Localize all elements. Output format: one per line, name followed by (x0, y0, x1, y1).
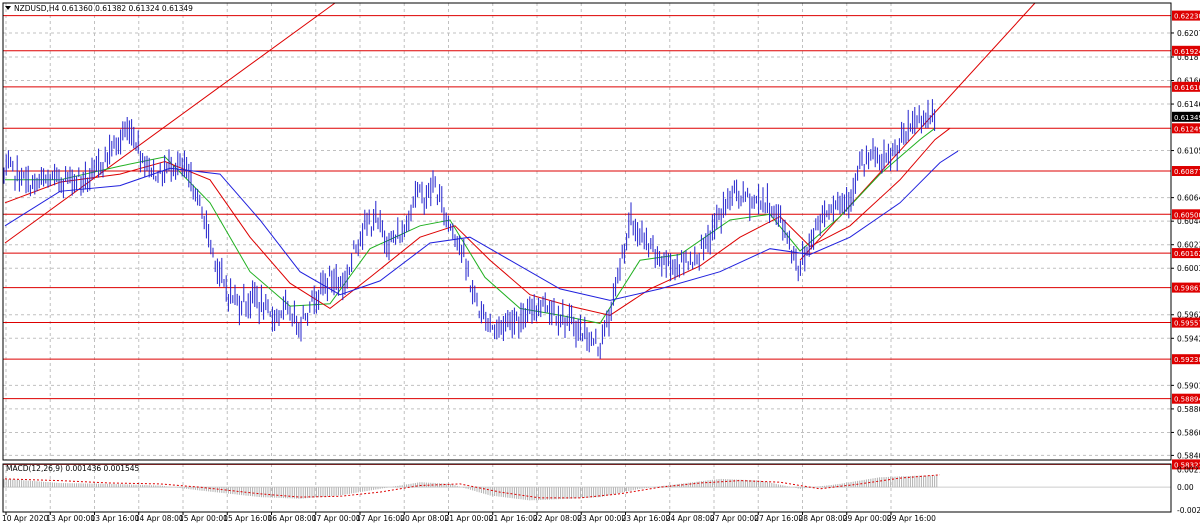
time-axis: 10 Apr 202013 Apr 00:0013 Apr 16:0014 Ap… (2, 512, 936, 523)
level-tag-label: 0.61249 (1174, 125, 1200, 133)
main-panel-border (2, 2, 1172, 461)
time-tick-label: 23 Apr 00:00 (577, 514, 626, 523)
price-tick-label: 0.62079 (1177, 29, 1200, 38)
time-tick-label: 20 Apr 08:00 (400, 514, 449, 523)
current-price-label: 0.61349 (1174, 114, 1200, 122)
price-chart[interactable]: 0.620790.618700.616650.614600.610550.606… (0, 0, 1200, 527)
time-tick-label: 27 Apr 00:00 (710, 514, 759, 523)
time-tick-label: 13 Apr 00:00 (46, 514, 95, 523)
time-tick-label: 10 Apr 2020 (2, 514, 49, 523)
time-tick-label: 28 Apr 08:00 (799, 514, 848, 523)
macd-tick-label: 0.002132 (1177, 466, 1200, 475)
price-axis: 0.620790.618700.616650.614600.610550.606… (1171, 10, 1200, 515)
time-tick-label: 21 Apr 00:00 (445, 514, 494, 523)
horizontal-levels (3, 15, 1171, 465)
price-tick-label: 0.60030 (1177, 264, 1200, 273)
moving-averages (4, 127, 959, 324)
macd-tick-label: 0.00 (1177, 483, 1194, 492)
chart-frame (2, 2, 1172, 513)
header: NZDUSD,H4 0.61360 0.61382 0.61324 0.6134… (5, 4, 193, 473)
level-tag-label: 0.60162 (1174, 250, 1200, 258)
macd-tick-label: -0.002751 (1177, 506, 1200, 515)
level-tag-label: 0.59238 (1174, 356, 1200, 364)
time-tick-label: 29 Apr 00:00 (843, 514, 892, 523)
price-tick-label: 0.58805 (1177, 405, 1200, 414)
price-tick-label: 0.58600 (1177, 428, 1200, 437)
price-tick-label: 0.61055 (1177, 147, 1200, 156)
price-tick-label: 0.60645 (1177, 194, 1200, 203)
price-tick-label: 0.61460 (1177, 100, 1200, 109)
time-tick-label: 21 Apr 16:00 (489, 514, 538, 523)
time-tick-label: 16 Apr 08:00 (268, 514, 317, 523)
level-tag-label: 0.59861 (1174, 285, 1200, 293)
grid (3, 3, 1171, 512)
price-tick-label: 0.59420 (1177, 334, 1200, 343)
time-tick-label: 13 Apr 16:00 (91, 514, 140, 523)
level-tag-label: 0.59557 (1174, 320, 1200, 328)
time-tick-label: 22 Apr 08:00 (533, 514, 582, 523)
price-series (3, 99, 936, 359)
time-tick-label: 29 Apr 16:00 (887, 514, 936, 523)
time-tick-label: 17 Apr 00:00 (312, 514, 361, 523)
level-tag-label: 0.60500 (1174, 211, 1200, 219)
level-tag-label: 0.61924 (1174, 48, 1200, 56)
level-tag-label: 0.61610 (1174, 84, 1200, 92)
symbol-header: NZDUSD,H4 0.61360 0.61382 0.61324 0.6134… (14, 4, 193, 13)
time-tick-label: 24 Apr 08:00 (666, 514, 715, 523)
level-tag-label: 0.62230 (1174, 13, 1200, 21)
time-tick-label: 17 Apr 16:00 (356, 514, 405, 523)
price-tick-label: 0.59010 (1177, 381, 1200, 390)
time-tick-label: 27 Apr 16:00 (754, 514, 803, 523)
level-tag-label: 0.60877 (1174, 168, 1200, 176)
ma-slow-line (4, 150, 959, 301)
level-tag-label: 0.58894 (1174, 396, 1200, 404)
macd-header: MACD(12,26,9) 0.001436 0.001545 (6, 464, 140, 473)
time-tick-label: 23 Apr 16:00 (622, 514, 671, 523)
time-tick-label: 15 Apr 16:00 (223, 514, 272, 523)
time-tick-label: 14 Apr 08:00 (135, 514, 184, 523)
macd-panel (3, 474, 1171, 501)
price-tick-label: 0.58400 (1177, 451, 1200, 460)
trendline (4, 2, 336, 244)
time-tick-label: 15 Apr 00:00 (179, 514, 228, 523)
